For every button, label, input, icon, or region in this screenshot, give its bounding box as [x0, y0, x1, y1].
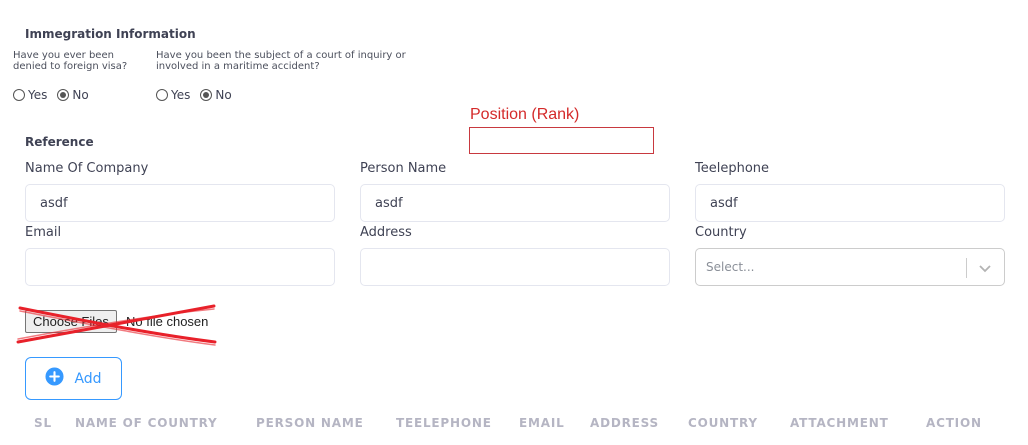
email-label: Email: [25, 225, 62, 240]
address-input[interactable]: [360, 248, 670, 286]
position-rank-annotation-box: [469, 127, 654, 154]
court-inquiry-no-label[interactable]: No: [215, 88, 231, 102]
country-select[interactable]: Select...: [695, 248, 1005, 286]
country-select-placeholder: Select...: [706, 260, 755, 274]
address-label: Address: [360, 225, 412, 240]
person-name-label: Person Name: [360, 161, 447, 176]
reference-section-title: Reference: [25, 135, 94, 149]
court-inquiry-radio-group: Yes No: [156, 88, 242, 102]
chevron-down-icon[interactable]: [978, 261, 992, 279]
table-header-action: ACTION: [926, 416, 982, 430]
question-court-inquiry-line1: Have you been the subject of a court of …: [156, 50, 406, 61]
table-header-email: EMAIL: [519, 416, 565, 430]
telephone-input[interactable]: asdf: [695, 184, 1005, 222]
court-inquiry-no-radio[interactable]: [200, 89, 213, 101]
denied-visa-no-radio[interactable]: [57, 89, 70, 101]
country-select-separator: [966, 258, 967, 278]
cross-out-annotation: [16, 304, 217, 346]
table-header-sl: SL: [34, 416, 52, 430]
denied-visa-yes-radio[interactable]: [13, 89, 25, 101]
court-inquiry-yes-radio[interactable]: [156, 89, 168, 101]
denied-visa-radio-group: Yes No: [13, 88, 99, 102]
person-name-input[interactable]: asdf: [360, 184, 670, 222]
denied-visa-no-label[interactable]: No: [72, 88, 88, 102]
immigration-section-title: Immegration Information: [25, 27, 196, 41]
question-denied-visa: Have you ever been denied to foreign vis…: [13, 50, 127, 72]
question-denied-visa-line2: denied to foreign visa?: [13, 61, 128, 72]
court-inquiry-yes-label[interactable]: Yes: [171, 88, 190, 102]
denied-visa-yes-label[interactable]: Yes: [28, 88, 47, 102]
table-header-address: ADDRESS: [590, 416, 659, 430]
email-input[interactable]: [25, 248, 335, 286]
question-court-inquiry-line2: involved in a maritime accident?: [156, 61, 320, 72]
telephone-label: Teelephone: [695, 161, 770, 176]
position-rank-annotation-label: Position (Rank): [470, 106, 580, 123]
question-denied-visa-line1: Have you ever been: [13, 50, 114, 61]
table-header-person-name: PERSON NAME: [256, 416, 364, 430]
table-header-country: COUNTRY: [688, 416, 758, 430]
add-button[interactable]: Add: [25, 357, 122, 400]
table-header-name-of-country: NAME OF COUNTRY: [75, 416, 218, 430]
company-name-input[interactable]: asdf: [25, 184, 335, 222]
country-label: Country: [695, 225, 747, 240]
question-court-inquiry: Have you been the subject of a court of …: [156, 50, 406, 72]
table-header-telephone: TEELEPHONE: [396, 416, 492, 430]
company-name-label: Name Of Company: [25, 161, 149, 176]
plus-circle-icon: [45, 367, 64, 390]
table-header-attachment: ATTACHMENT: [790, 416, 889, 430]
add-button-label: Add: [74, 370, 102, 387]
